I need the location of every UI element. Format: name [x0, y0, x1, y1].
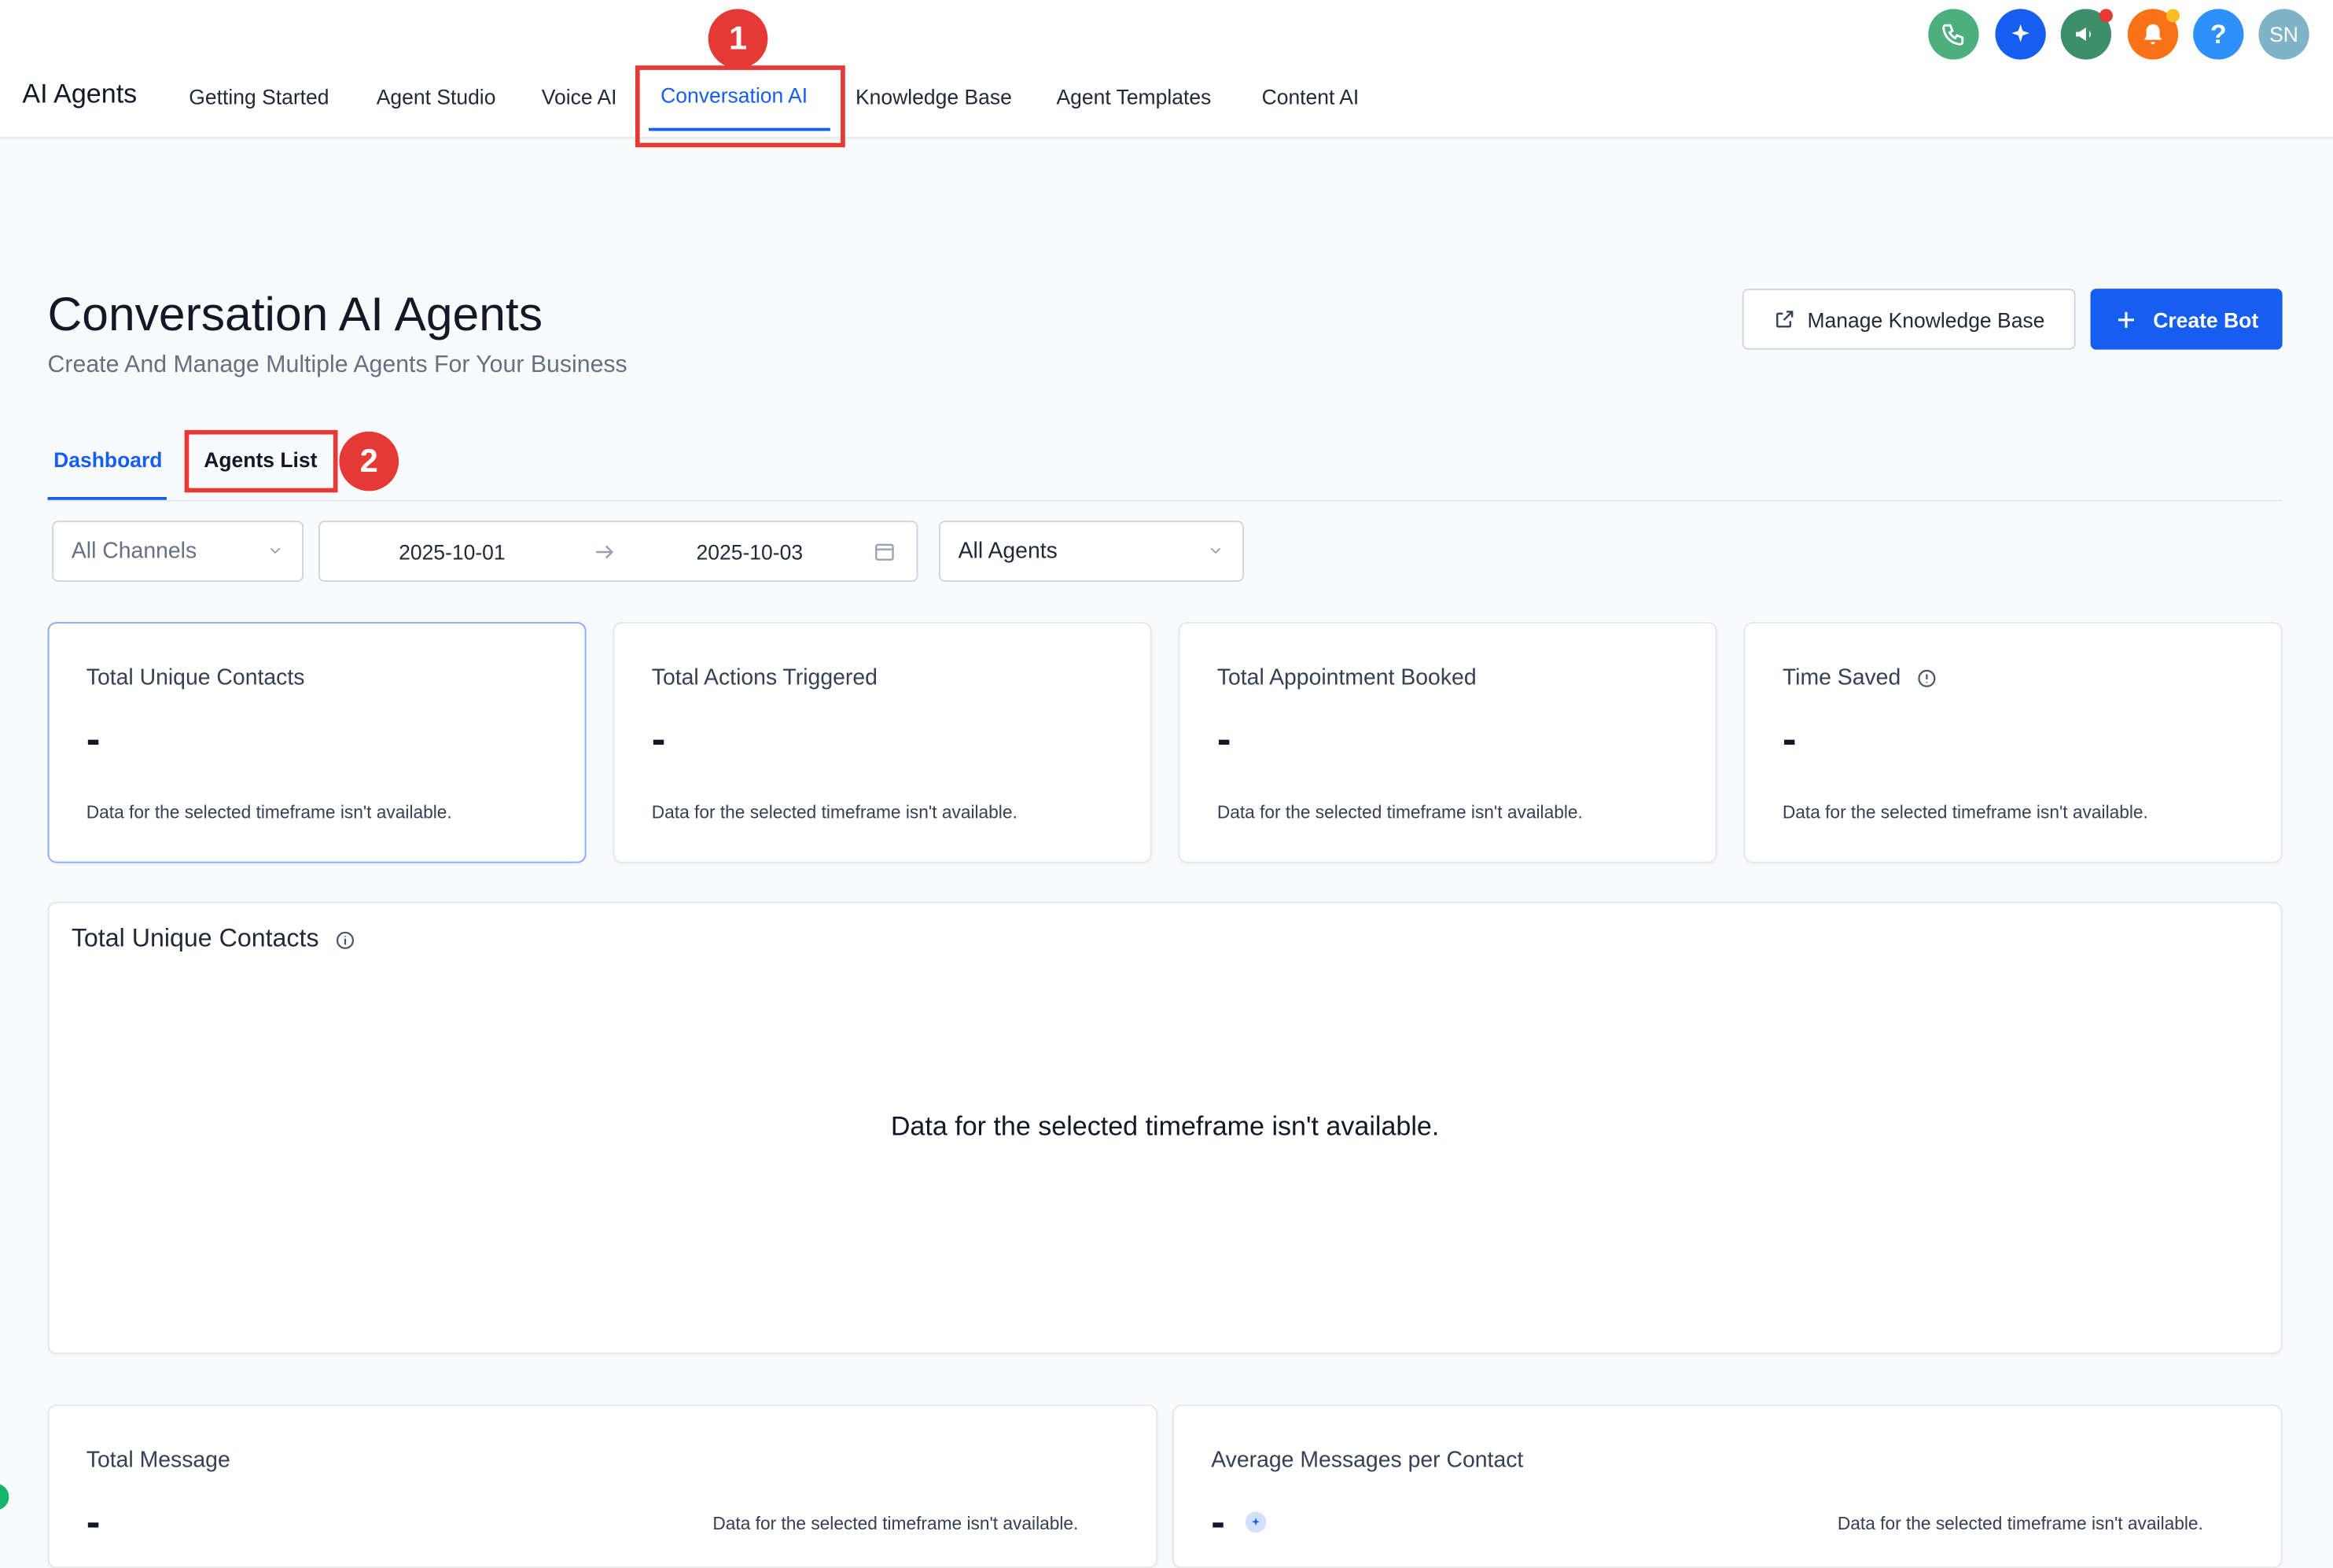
stat-card-total-appointment-booked[interactable]: Total Appointment Booked - Data for the …: [1178, 621, 1717, 863]
chart-panel-title-row: Total Unique Contacts: [72, 924, 356, 954]
nav-item-content-ai[interactable]: Content AI: [1262, 85, 1360, 109]
stat-card-note: Data for the selected timeframe isn't av…: [651, 801, 1017, 823]
stat-card-value: -: [651, 716, 666, 762]
info-icon[interactable]: [1916, 665, 1937, 690]
avatar[interactable]: SN: [2258, 9, 2309, 60]
manage-knowledge-base-label: Manage Knowledge Base: [1807, 307, 2045, 332]
phone-icon[interactable]: [1928, 9, 1979, 60]
stat-card-note: Data for the selected timeframe isn't av…: [712, 1513, 1079, 1534]
tab-active-underline: [47, 496, 167, 500]
stat-card-total-unique-contacts[interactable]: Total Unique Contacts - Data for the sel…: [47, 621, 587, 863]
chevron-down-icon: [1210, 547, 1221, 554]
notification-dot: [2166, 9, 2180, 23]
stat-card-note: Data for the selected timeframe isn't av…: [1782, 801, 2148, 823]
megaphone-icon[interactable]: [2060, 9, 2113, 60]
sparkle-icon[interactable]: [1995, 9, 2046, 60]
nav-item-getting-started[interactable]: Getting Started: [189, 85, 329, 109]
date-range-picker[interactable]: 2025-10-01 2025-10-03: [318, 521, 918, 582]
stat-card-value: -: [1211, 1498, 1225, 1545]
create-bot-label: Create Bot: [2153, 307, 2259, 332]
stat-card-note: Data for the selected timeframe isn't av…: [1216, 801, 1583, 823]
stat-card-title: Time Saved: [1782, 664, 1901, 690]
agent-select-value: All Agents: [958, 538, 1058, 565]
nav-item-voice-ai[interactable]: Voice AI: [542, 85, 617, 109]
chart-empty-message: Data for the selected timeframe isn't av…: [890, 1111, 1440, 1142]
page-subtitle: Create And Manage Multiple Agents For Yo…: [47, 352, 627, 378]
stat-card-note: Data for the selected timeframe isn't av…: [86, 801, 452, 823]
stat-card-average-messages-per-contact[interactable]: Average Messages per Contact - Data for …: [1172, 1404, 2283, 1568]
chart-panel-total-unique-contacts: Total Unique Contacts Data for the selec…: [47, 901, 2283, 1354]
page-title: Conversation AI Agents: [47, 287, 543, 341]
stat-card-title: Average Messages per Contact: [1211, 1448, 1524, 1474]
stat-card-value: -: [1216, 716, 1231, 762]
calendar-icon: [874, 540, 896, 567]
chevron-down-icon: [270, 547, 281, 554]
stat-card-title: Total Message: [86, 1448, 230, 1474]
external-link-icon: [1773, 308, 1795, 330]
plus-icon: [2114, 307, 2138, 331]
bell-icon[interactable]: [2127, 9, 2180, 60]
date-start[interactable]: 2025-10-01: [399, 540, 506, 564]
arrow-right-icon: [592, 540, 616, 569]
sparkle-icon: [1245, 1511, 1267, 1533]
tab-dashboard[interactable]: Dashboard: [53, 448, 162, 472]
create-bot-button[interactable]: Create Bot: [2090, 289, 2283, 350]
manage-knowledge-base-button[interactable]: Manage Knowledge Base: [1742, 289, 2076, 350]
app-title: AI Agents: [22, 79, 138, 109]
status-dot: [0, 1483, 9, 1511]
date-end[interactable]: 2025-10-03: [697, 540, 804, 564]
stat-card-title: Total Unique Contacts: [86, 664, 305, 690]
annotation-highlight-agents-list: [184, 429, 338, 493]
nav-item-knowledge-base[interactable]: Knowledge Base: [856, 85, 1012, 109]
nav-item-agent-templates[interactable]: Agent Templates: [1056, 85, 1211, 109]
annotation-step-2: 2: [339, 431, 399, 491]
stat-card-title-row: Time Saved: [1783, 665, 1937, 690]
info-icon[interactable]: [335, 924, 355, 952]
chart-panel-title: Total Unique Contacts: [71, 924, 319, 953]
tabs-divider: [47, 499, 2283, 502]
stat-card-value: -: [86, 1498, 101, 1545]
channel-select-value: All Channels: [71, 538, 197, 565]
notification-dot: [2099, 9, 2113, 23]
stat-card-time-saved[interactable]: Time Saved - Data for the selected timef…: [1743, 621, 2283, 863]
agent-select[interactable]: All Agents: [938, 521, 1244, 582]
help-icon[interactable]: ?: [2193, 9, 2244, 60]
stat-card-total-message[interactable]: Total Message - Data for the selected ti…: [47, 1404, 1158, 1568]
stat-card-value: -: [1782, 716, 1797, 762]
nav-item-agent-studio[interactable]: Agent Studio: [377, 85, 496, 109]
stat-card-title: Total Actions Triggered: [651, 664, 878, 690]
stat-card-note: Data for the selected timeframe isn't av…: [1837, 1513, 2203, 1534]
top-nav-bar: AI Agents Getting Started Agent Studio V…: [0, 0, 2333, 138]
annotation-step-1: 1: [708, 9, 768, 69]
channel-select[interactable]: All Channels: [52, 521, 304, 582]
stat-card-value: -: [86, 716, 101, 762]
annotation-highlight-conversation-ai: [635, 65, 845, 148]
stat-card-total-actions-triggered[interactable]: Total Actions Triggered - Data for the s…: [613, 621, 1152, 863]
stat-card-title: Total Appointment Booked: [1216, 664, 1477, 690]
